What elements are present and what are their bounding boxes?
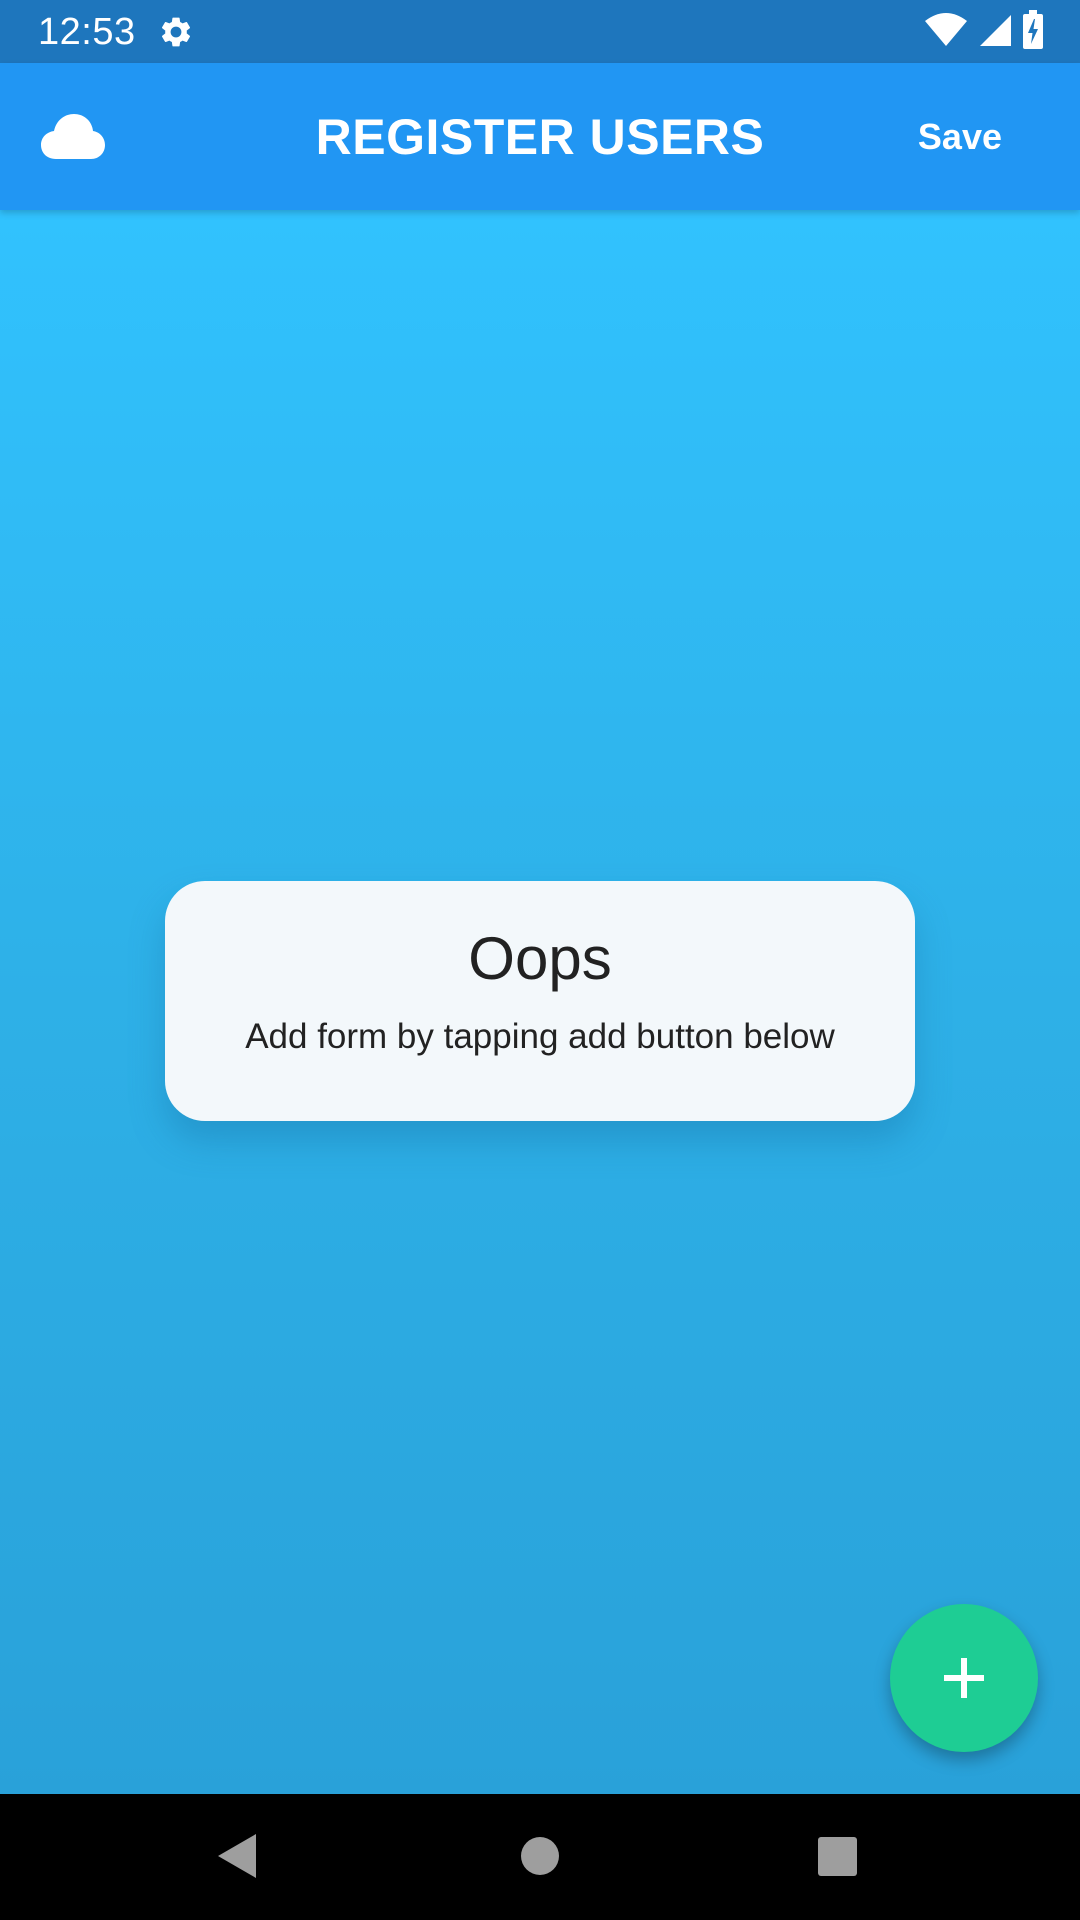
battery-charging-icon	[1022, 9, 1044, 55]
back-icon[interactable]	[210, 1824, 274, 1888]
save-button[interactable]: Save	[918, 113, 1002, 161]
plus-icon	[944, 1658, 984, 1698]
recents-icon[interactable]	[805, 1824, 869, 1888]
status-time: 12:53	[38, 11, 136, 53]
home-icon[interactable]	[508, 1824, 572, 1888]
empty-state-title: Oops	[468, 925, 612, 992]
signal-icon	[978, 13, 1012, 52]
empty-state-message: Add form by tapping add button below	[245, 1017, 835, 1056]
add-form-button[interactable]	[890, 1604, 1038, 1752]
navigation-bar	[0, 1794, 1080, 1920]
app-bar: REGISTER USERS Save	[0, 63, 1080, 210]
main-content: Oops Add form by tapping add button belo…	[0, 210, 1080, 1794]
wifi-icon	[924, 12, 968, 52]
empty-state-card: Oops Add form by tapping add button belo…	[165, 881, 915, 1121]
status-bar: 12:53	[0, 0, 1080, 63]
gear-icon	[158, 14, 194, 50]
status-icons	[924, 9, 1044, 55]
